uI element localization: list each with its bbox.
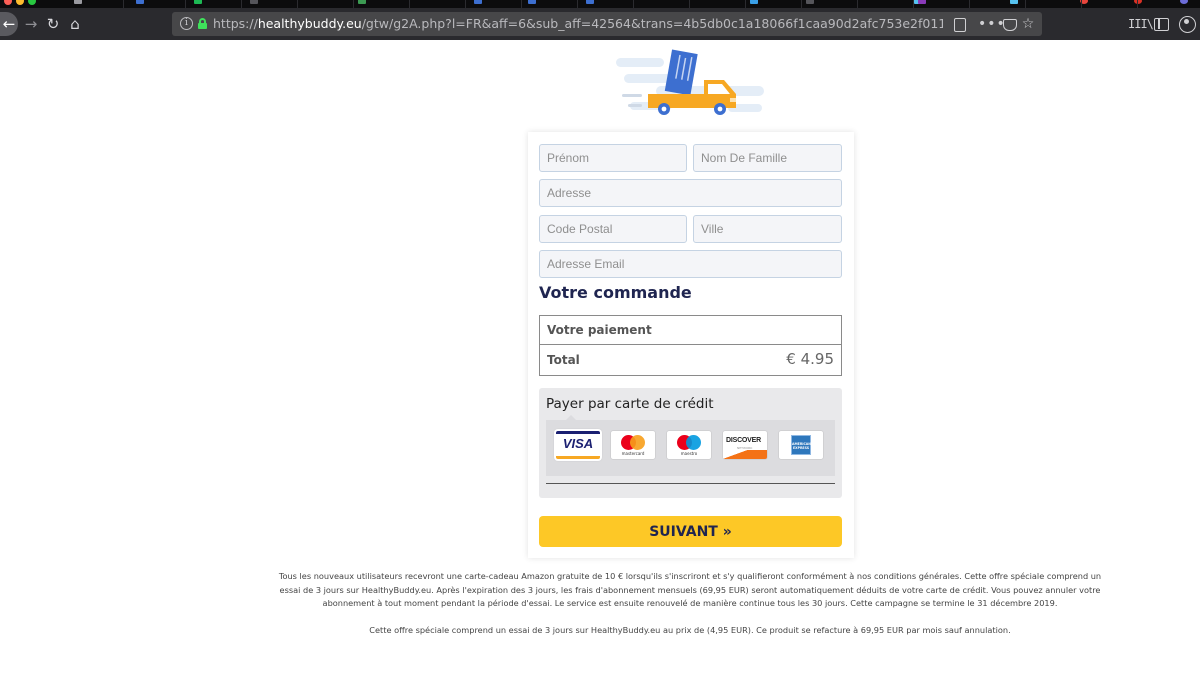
tab[interactable]	[354, 0, 410, 8]
maestro-logo[interactable]: maestro	[667, 431, 711, 459]
tab[interactable]	[970, 0, 1026, 8]
sidebar-icon[interactable]	[1154, 16, 1169, 32]
disclaimer-text: Tous les nouveaux utilisateurs recevront…	[278, 571, 1102, 609]
more-dots-icon[interactable]: •••	[978, 16, 1005, 32]
tab[interactable]	[634, 0, 690, 8]
arrow-right-icon[interactable]: →	[22, 12, 40, 36]
tab[interactable]	[578, 0, 634, 8]
postal-code-field[interactable]	[539, 215, 687, 243]
tab[interactable]	[62, 0, 124, 8]
order-summary-table: Votre paiement Total € 4.95	[539, 315, 842, 376]
truck-icon	[616, 49, 764, 115]
lock-icon	[198, 18, 207, 29]
last-name-field[interactable]	[693, 144, 842, 172]
tab[interactable]	[298, 0, 354, 8]
tab[interactable]	[522, 0, 578, 8]
arrow-left-icon[interactable]: ←	[0, 12, 18, 36]
tab[interactable]	[466, 0, 522, 8]
visa-logo[interactable]: VISA	[556, 431, 600, 459]
tab[interactable]	[802, 0, 858, 8]
minimize-window-icon[interactable]	[16, 0, 24, 5]
url-path: /gtw/g2A.php?l=FR&aff=6&sub_aff=42564&tr…	[361, 16, 943, 31]
url-prefix: https://	[213, 16, 258, 31]
tab[interactable]	[124, 0, 186, 8]
tab[interactable]	[410, 0, 466, 8]
browser-toolbar: ← → ↻ ⌂ i https://healthybuddy.eu/gtw/g2…	[0, 8, 1200, 40]
order-title: Votre commande	[539, 283, 692, 302]
url-domain: healthybuddy.eu	[257, 16, 362, 31]
tab[interactable]	[914, 0, 970, 8]
credit-card-payment-section: Payer par carte de crédit VISA mastercar…	[539, 388, 842, 498]
delivery-truck-illustration	[612, 46, 772, 128]
card-logos: VISA mastercard maestro DISCOVER NETWORK…	[546, 415, 835, 476]
star-icon[interactable]: ☆	[1020, 16, 1036, 32]
discover-text: DISCOVER	[726, 437, 761, 444]
address-field[interactable]	[539, 179, 842, 207]
next-button[interactable]: SUIVANT »	[539, 516, 842, 547]
mastercard-logo[interactable]: mastercard	[611, 431, 655, 459]
payment-label: Votre paiement	[547, 323, 652, 337]
first-name-field[interactable]	[539, 144, 687, 172]
city-field[interactable]	[693, 215, 842, 243]
divider	[546, 483, 835, 484]
tab[interactable]	[242, 0, 298, 8]
tab[interactable]	[858, 0, 922, 8]
zoom-window-icon[interactable]	[28, 0, 36, 5]
url-bar[interactable]: i https://healthybuddy.eu/gtw/g2A.php?l=…	[172, 12, 1042, 36]
close-window-icon[interactable]	[4, 0, 12, 5]
home-icon[interactable]: ⌂	[66, 12, 84, 36]
tab[interactable]	[1082, 0, 1142, 8]
tab[interactable]	[1026, 0, 1088, 8]
account-icon[interactable]	[1179, 16, 1196, 33]
payment-method-title: Payer par carte de crédit	[546, 396, 714, 412]
tab[interactable]	[186, 0, 242, 8]
email-field[interactable]	[539, 250, 842, 278]
discover-logo[interactable]: DISCOVER NETWORK	[723, 431, 767, 459]
tab[interactable]	[1138, 0, 1200, 8]
checkout-form-card: Votre commande Votre paiement Total € 4.…	[528, 132, 854, 558]
amex-logo[interactable]: AMERICAN EXPRESS	[779, 431, 823, 459]
url-text[interactable]: https://healthybuddy.eu/gtw/g2A.php?l=FR…	[213, 12, 943, 36]
offer-terms-text: Cette offre spéciale comprend un essai d…	[369, 625, 1011, 635]
tab[interactable]	[690, 0, 746, 8]
tab-strip	[0, 0, 1200, 8]
reload-icon[interactable]: ↻	[44, 12, 62, 36]
total-label: Total	[547, 353, 580, 367]
visa-text: VISA	[562, 436, 594, 451]
info-icon[interactable]: i	[180, 17, 193, 30]
reader-view-icon[interactable]	[952, 16, 966, 32]
tab[interactable]	[746, 0, 802, 8]
maestro-text: maestro	[680, 451, 698, 456]
total-value: € 4.95	[786, 350, 834, 368]
amex-text: AMERICAN EXPRESS	[792, 442, 811, 450]
library-icon[interactable]: III\	[1128, 16, 1154, 32]
mastercard-text: mastercard	[621, 451, 645, 456]
pocket-icon[interactable]	[1002, 16, 1017, 32]
